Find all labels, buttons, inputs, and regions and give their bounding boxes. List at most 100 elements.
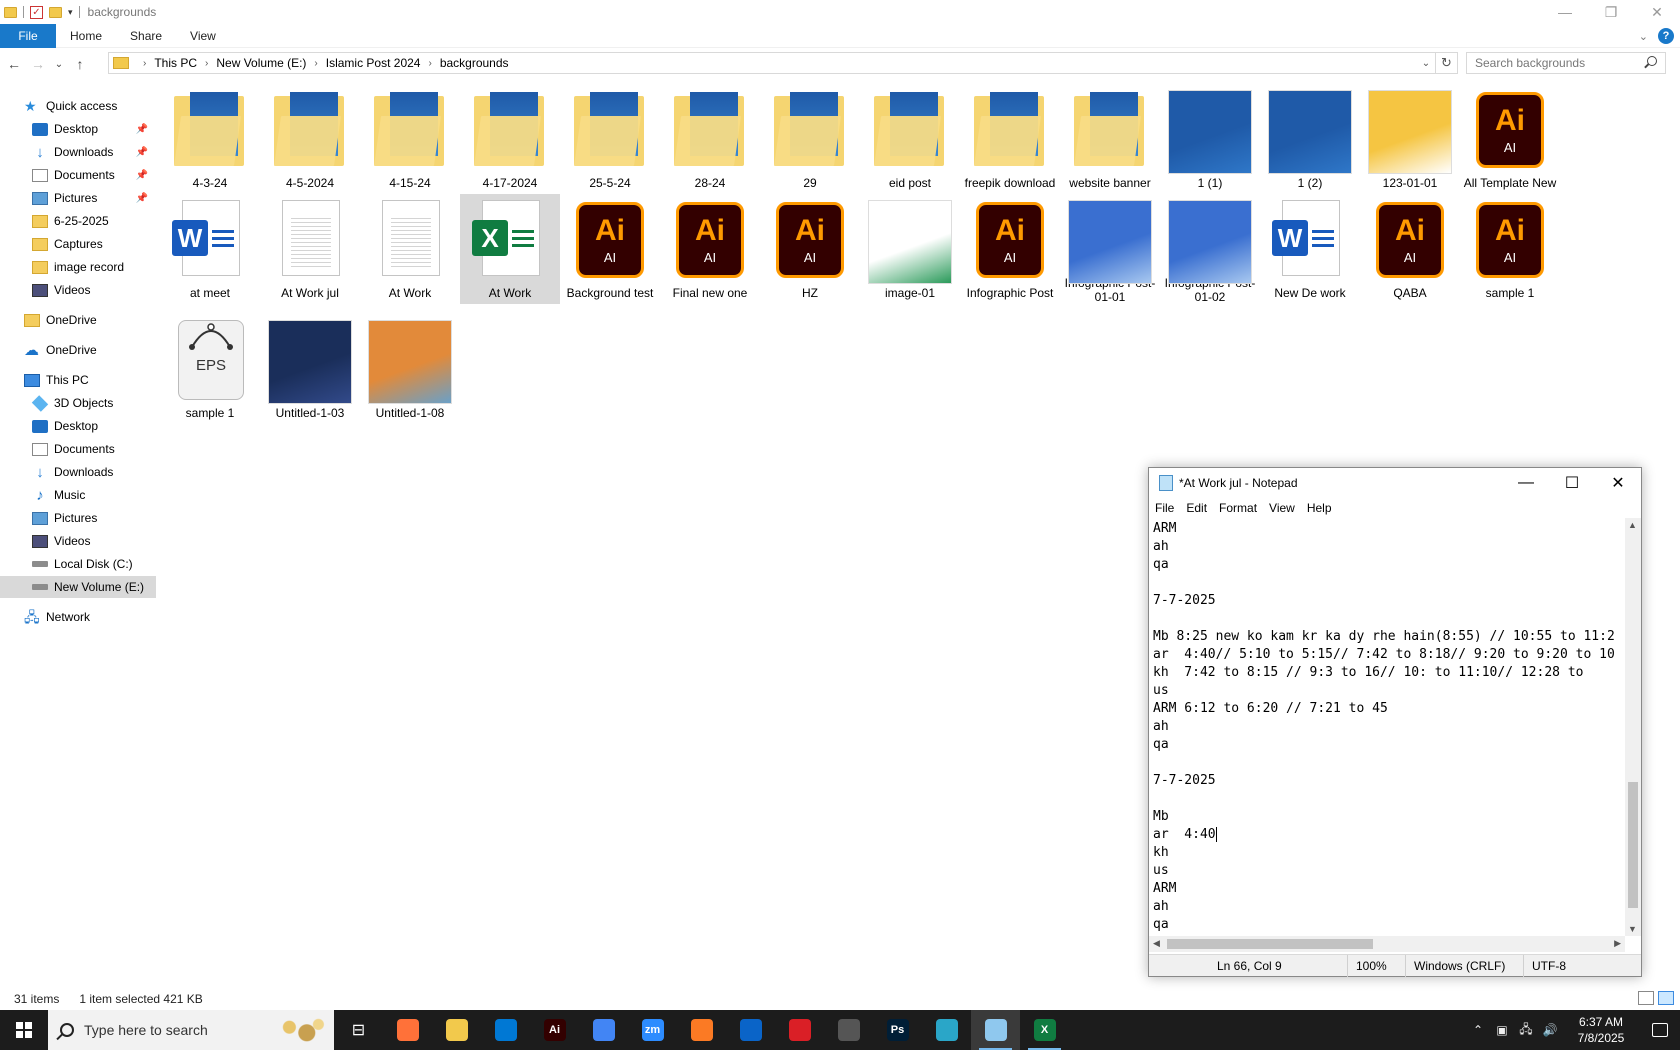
file-item[interactable]: eid post bbox=[860, 84, 960, 194]
tab-share[interactable]: Share bbox=[116, 24, 176, 48]
file-item[interactable]: Ai AI sample 1 bbox=[1460, 194, 1560, 304]
help-icon[interactable]: ? bbox=[1658, 28, 1674, 44]
sidebar-item-3d-objects[interactable]: 3D Objects bbox=[0, 392, 156, 414]
file-item[interactable]: At Work bbox=[360, 194, 460, 304]
maximize-button[interactable]: ☐ bbox=[1549, 468, 1595, 498]
file-item[interactable]: 1 (2) bbox=[1260, 84, 1360, 194]
file-item[interactable]: Ai AI HZ bbox=[760, 194, 860, 304]
refresh-icon[interactable]: ↻ bbox=[1435, 53, 1457, 73]
restore-button[interactable]: ❐ bbox=[1588, 0, 1634, 24]
sidebar-item-this-pc[interactable]: This PC bbox=[0, 369, 156, 391]
file-item[interactable]: 28-24 bbox=[660, 84, 760, 194]
sidebar-item-pc-desktop[interactable]: Desktop bbox=[0, 415, 156, 437]
tray-app-icon[interactable]: ▣ bbox=[1492, 1023, 1512, 1037]
taskbar-app-button[interactable] bbox=[824, 1010, 873, 1050]
sidebar-item-desktop[interactable]: Desktop 📌 bbox=[0, 118, 156, 140]
notepad-titlebar[interactable]: *At Work jul - Notepad — ☐ ✕ bbox=[1149, 468, 1641, 498]
taskbar-app-button[interactable] bbox=[481, 1010, 530, 1050]
clock[interactable]: 6:37 AM 7/8/2025 bbox=[1562, 1014, 1640, 1046]
sidebar-item-quick-access[interactable]: ★ Quick access bbox=[0, 95, 156, 117]
sidebar-item-pc-documents[interactable]: Documents bbox=[0, 438, 156, 460]
sidebar-item-6-25-2025[interactable]: 6-25-2025 bbox=[0, 210, 156, 232]
file-item[interactable]: Ai AI Background test bbox=[560, 194, 660, 304]
sidebar-item-onedrive-1[interactable]: OneDrive bbox=[0, 309, 156, 331]
breadcrumb-separator[interactable]: › bbox=[314, 58, 317, 69]
menu-help[interactable]: Help bbox=[1307, 501, 1332, 515]
menu-edit[interactable]: Edit bbox=[1186, 501, 1207, 515]
notepad-text-area[interactable]: ARM ah qa 7-7-2025 Mb 8:25 new ko kam kr ka … bbox=[1149, 518, 1625, 936]
recent-locations-icon[interactable]: ⌄ bbox=[52, 52, 66, 76]
search-icon[interactable] bbox=[1647, 56, 1657, 66]
file-item[interactable]: Ai AI Final new one bbox=[660, 194, 760, 304]
volume-icon[interactable]: 🔊 bbox=[1540, 1023, 1560, 1037]
scroll-left-icon[interactable]: ◀ bbox=[1153, 938, 1160, 949]
taskbar-app-button[interactable] bbox=[383, 1010, 432, 1050]
file-item[interactable]: Infographic Post-01-02 bbox=[1160, 194, 1260, 304]
network-icon[interactable]: 🖧 bbox=[1516, 1020, 1536, 1041]
file-item[interactable]: Wat meet bbox=[160, 194, 260, 304]
vertical-scrollbar[interactable]: ▲ ▼ bbox=[1625, 518, 1641, 936]
file-item[interactable]: EPS sample 1 bbox=[160, 314, 260, 424]
file-item[interactable]: image-01 bbox=[860, 194, 960, 304]
taskbar-app-button[interactable] bbox=[726, 1010, 775, 1050]
file-item[interactable]: Untitled-1-03 bbox=[260, 314, 360, 424]
breadcrumb-this-pc[interactable]: This PC bbox=[154, 56, 197, 70]
taskbar-app-button[interactable] bbox=[579, 1010, 628, 1050]
file-item[interactable]: 1 (1) bbox=[1160, 84, 1260, 194]
file-item[interactable]: Ai AI Infographic Post bbox=[960, 194, 1060, 304]
file-item[interactable]: 4-3-24 bbox=[160, 84, 260, 194]
menu-file[interactable]: File bbox=[1155, 501, 1174, 515]
file-item[interactable]: website banner bbox=[1060, 84, 1160, 194]
show-hidden-icons-icon[interactable]: ⌃ bbox=[1468, 1023, 1488, 1037]
search-box[interactable]: Search backgrounds bbox=[1466, 52, 1666, 74]
file-item[interactable]: Ai AI All Template New bbox=[1460, 84, 1560, 194]
sidebar-item-new-volume[interactable]: New Volume (E:) bbox=[0, 576, 156, 598]
forward-arrow-icon[interactable]: → bbox=[28, 52, 48, 76]
sidebar-item-onedrive-2[interactable]: ☁ OneDrive bbox=[0, 339, 156, 361]
taskbar-app-button[interactable] bbox=[971, 1010, 1020, 1050]
file-item[interactable]: freepik download bbox=[960, 84, 1060, 194]
breadcrumb-new-volume[interactable]: New Volume (E:) bbox=[216, 56, 306, 70]
taskbar-app-button[interactable]: zm bbox=[628, 1010, 677, 1050]
file-item[interactable]: At Work jul bbox=[260, 194, 360, 304]
taskbar-app-button[interactable]: Ps bbox=[873, 1010, 922, 1050]
menu-format[interactable]: Format bbox=[1219, 501, 1257, 515]
address-bar[interactable]: › This PC › New Volume (E:) › Islamic Po… bbox=[108, 52, 1458, 74]
task-view-button[interactable]: ⊟ bbox=[334, 1010, 383, 1050]
breadcrumb-backgrounds[interactable]: backgrounds bbox=[440, 56, 509, 70]
file-item[interactable]: 4-17-2024 bbox=[460, 84, 560, 194]
details-view-icon[interactable] bbox=[1638, 991, 1654, 1005]
taskbar-app-button[interactable] bbox=[677, 1010, 726, 1050]
sidebar-item-captures[interactable]: Captures bbox=[0, 233, 156, 255]
scroll-right-icon[interactable]: ▶ bbox=[1614, 938, 1621, 949]
taskbar-app-button[interactable] bbox=[922, 1010, 971, 1050]
scroll-up-icon[interactable]: ▲ bbox=[1628, 520, 1637, 530]
taskbar-app-button[interactable] bbox=[432, 1010, 481, 1050]
close-button[interactable]: ✕ bbox=[1634, 0, 1680, 24]
sidebar-item-pictures[interactable]: Pictures 📌 bbox=[0, 187, 156, 209]
tab-view[interactable]: View bbox=[176, 24, 230, 48]
taskbar-app-button[interactable] bbox=[775, 1010, 824, 1050]
sidebar-item-documents[interactable]: Documents 📌 bbox=[0, 164, 156, 186]
sidebar-item-image-record[interactable]: image record bbox=[0, 256, 156, 278]
action-center-button[interactable] bbox=[1640, 1010, 1680, 1050]
breadcrumb-islamic-post[interactable]: Islamic Post 2024 bbox=[326, 56, 421, 70]
start-button[interactable] bbox=[0, 1010, 48, 1050]
back-arrow-icon[interactable]: ← bbox=[4, 52, 24, 76]
file-item[interactable]: Ai AI QABA bbox=[1360, 194, 1460, 304]
taskbar-app-button[interactable]: X bbox=[1020, 1010, 1069, 1050]
large-icons-view-icon[interactable] bbox=[1658, 991, 1674, 1005]
sidebar-item-network[interactable]: 🖧 Network bbox=[0, 606, 156, 628]
file-item[interactable]: Untitled-1-08 bbox=[360, 314, 460, 424]
file-item[interactable]: X At Work bbox=[460, 194, 560, 304]
tab-home[interactable]: Home bbox=[56, 24, 116, 48]
scroll-down-icon[interactable]: ▼ bbox=[1628, 924, 1637, 934]
tab-file[interactable]: File bbox=[0, 23, 56, 48]
minimize-button[interactable]: — bbox=[1503, 468, 1549, 498]
address-dropdown-icon[interactable]: ⌄ bbox=[1417, 58, 1435, 69]
breadcrumb-separator[interactable]: › bbox=[205, 58, 208, 69]
file-item[interactable]: Infographic Post-01-01 bbox=[1060, 194, 1160, 304]
sidebar-item-local-disk[interactable]: Local Disk (C:) bbox=[0, 553, 156, 575]
horizontal-scroll-thumb[interactable] bbox=[1167, 939, 1373, 949]
up-arrow-icon[interactable]: ↑ bbox=[70, 52, 90, 76]
